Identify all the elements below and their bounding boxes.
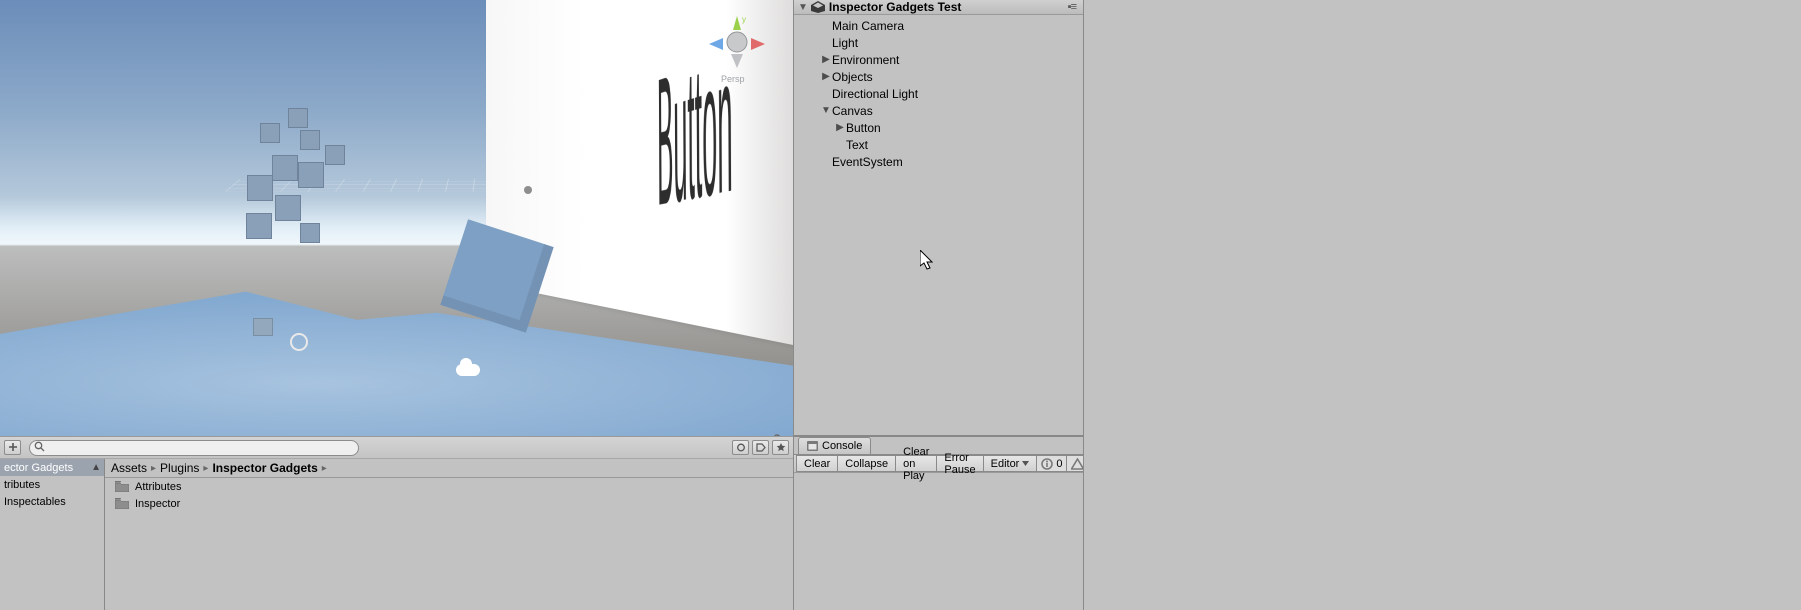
folder-label: Inspector xyxy=(135,498,180,510)
inspector-area xyxy=(1083,0,1801,610)
scene-title: Inspector Gadgets Test xyxy=(829,0,961,14)
hierarchy-item-label: Objects xyxy=(832,70,873,84)
editor-dropdown[interactable]: Editor xyxy=(983,455,1038,472)
hierarchy-item-text[interactable]: Text xyxy=(794,136,1083,153)
filter-by-label-button[interactable] xyxy=(752,440,769,455)
chevron-right-icon: ▸ xyxy=(322,463,327,474)
hierarchy-item-label: Environment xyxy=(832,53,899,67)
editor-dropdown-label: Editor xyxy=(991,458,1020,470)
info-count-value: 0 xyxy=(1056,458,1062,470)
hierarchy-item-label: Light xyxy=(832,36,858,50)
hierarchy-item-button[interactable]: ▶Button xyxy=(794,119,1083,136)
sidebar-item-attributes[interactable]: tributes xyxy=(0,476,104,493)
chevron-right-icon[interactable]: ▶ xyxy=(820,71,832,82)
chevron-right-icon[interactable]: ▶ xyxy=(834,122,846,133)
hierarchy-item-canvas[interactable]: ▼Canvas xyxy=(794,102,1083,119)
chevron-right-icon[interactable]: ▶ xyxy=(820,54,832,65)
info-count[interactable]: 0 xyxy=(1036,455,1067,472)
folder-attributes[interactable]: Attributes xyxy=(115,478,793,495)
sidebar-item-label: tributes xyxy=(4,479,40,491)
hierarchy-item-main-camera[interactable]: Main Camera xyxy=(794,17,1083,34)
gear-icon xyxy=(290,333,308,351)
breadcrumb[interactable]: Assets ▸ Plugins ▸ Inspector Gadgets ▸ xyxy=(105,459,793,478)
cloud-icon xyxy=(456,364,480,376)
scene-expander[interactable]: ▼ xyxy=(798,2,808,13)
lock-icon[interactable] xyxy=(771,434,783,436)
orientation-gizmo[interactable]: y Persp xyxy=(701,12,773,84)
search-icon xyxy=(34,441,45,455)
hierarchy-item-eventsystem[interactable]: EventSystem xyxy=(794,153,1083,170)
folder-inspector[interactable]: Inspector xyxy=(115,495,793,512)
console-body[interactable] xyxy=(794,473,1083,610)
unity-icon xyxy=(811,1,825,13)
folder-label: Attributes xyxy=(135,481,181,493)
chevron-right-icon: ▸ xyxy=(151,463,156,474)
console-tab[interactable]: Console xyxy=(798,437,871,454)
chevron-down-icon[interactable]: ▼ xyxy=(820,105,832,116)
hierarchy-item-environment[interactable]: ▶Environment xyxy=(794,51,1083,68)
sidebar-item-label: Inspectables xyxy=(4,496,66,508)
breadcrumb-segment[interactable]: Plugins xyxy=(160,461,199,475)
scene-view[interactable]: Button y Persp xyxy=(0,0,793,436)
error-pause-button[interactable]: Error Pause xyxy=(936,455,983,472)
hierarchy-item-label: Directional Light xyxy=(832,87,918,101)
light-gizmo-icon xyxy=(520,182,536,198)
project-search-input[interactable] xyxy=(29,440,359,456)
sidebar-item-label: ector Gadgets xyxy=(4,462,73,474)
hierarchy-item-label: Main Camera xyxy=(832,19,904,33)
project-panel: ector Gadgets ▲ tributes Inspectables As… xyxy=(0,436,793,610)
clear-button[interactable]: Clear xyxy=(796,455,838,472)
hierarchy-item-light[interactable]: Light xyxy=(794,34,1083,51)
hierarchy-item-label: Button xyxy=(846,121,881,135)
hierarchy-item-directional-light[interactable]: Directional Light xyxy=(794,85,1083,102)
sidebar-item-inspectables[interactable]: Inspectables xyxy=(0,493,104,510)
breadcrumb-segment-current[interactable]: Inspector Gadgets xyxy=(212,461,317,475)
collapse-button[interactable]: Collapse xyxy=(837,455,896,472)
filter-by-type-button[interactable] xyxy=(732,440,749,455)
hierarchy-panel: ▼ Inspector Gadgets Test ▪≡ Main Camera L… xyxy=(794,0,1083,436)
breadcrumb-segment[interactable]: Assets xyxy=(111,461,147,475)
scroll-up-icon[interactable]: ▲ xyxy=(91,462,101,473)
favorite-button[interactable] xyxy=(772,440,789,455)
panel-menu-icon[interactable]: ▪≡ xyxy=(1068,1,1079,13)
console-tab-label: Console xyxy=(822,440,862,452)
chevron-right-icon: ▸ xyxy=(203,463,208,474)
hierarchy-item-objects[interactable]: ▶Objects xyxy=(794,68,1083,85)
gizmo-y-label: y xyxy=(742,15,746,24)
hierarchy-item-label: Text xyxy=(846,138,868,152)
hierarchy-item-label: EventSystem xyxy=(832,155,903,169)
sidebar-item-inspector-gadgets[interactable]: ector Gadgets ▲ xyxy=(0,459,104,476)
create-button[interactable] xyxy=(4,440,21,455)
hierarchy-item-label: Canvas xyxy=(832,104,873,118)
clear-on-play-button[interactable]: Clear on Play xyxy=(895,455,937,472)
console-panel: Console Clear Collapse Clear on Play Err… xyxy=(794,436,1083,610)
project-sidebar: ector Gadgets ▲ tributes Inspectables xyxy=(0,459,105,610)
gizmo-persp-label: Persp xyxy=(721,74,745,84)
